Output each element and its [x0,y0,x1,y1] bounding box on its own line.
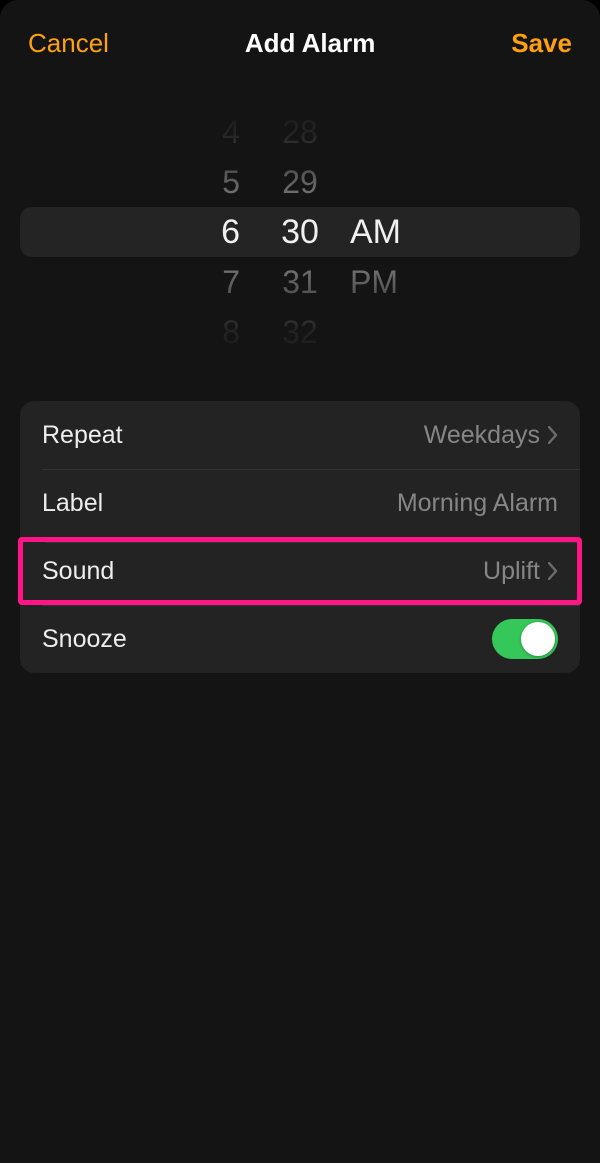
hour-option[interactable]: 3 [140,87,240,107]
hour-option[interactable]: 5 [140,157,240,207]
repeat-label: Repeat [42,421,123,450]
snooze-toggle[interactable] [492,619,558,659]
snooze-label: Snooze [42,625,127,654]
save-button[interactable]: Save [511,28,572,59]
label-label: Label [42,489,103,518]
period-am[interactable]: AM [350,207,450,257]
minute-wheel[interactable]: 27 28 29 30 31 32 33 [250,87,350,377]
minute-option[interactable]: 32 [250,307,350,357]
snooze-cell: Snooze [20,605,580,673]
label-value: Morning Alarm [397,489,558,518]
repeat-cell[interactable]: Repeat Weekdays [20,401,580,469]
repeat-value: Weekdays [424,421,540,450]
period-wheel[interactable]: AM PM [350,87,450,377]
period-pm[interactable]: PM [350,257,450,307]
time-picker[interactable]: 3 4 5 6 7 8 9 27 28 29 30 31 32 33 AM PM [20,87,580,377]
hour-option[interactable]: 9 [140,357,240,377]
alarm-settings-list: Repeat Weekdays Label Morning Alarm Soun… [20,401,580,673]
add-alarm-sheet: Cancel Add Alarm Save 3 4 5 6 7 8 9 27 2… [0,0,600,1163]
minute-option[interactable]: 29 [250,157,350,207]
label-cell[interactable]: Label Morning Alarm [20,469,580,537]
page-title: Add Alarm [245,28,376,59]
sound-label: Sound [42,557,114,586]
minute-option[interactable]: 28 [250,107,350,157]
hour-option[interactable]: 8 [140,307,240,357]
chevron-right-icon [548,426,558,444]
minute-selected[interactable]: 30 [250,207,350,257]
hour-wheel[interactable]: 3 4 5 6 7 8 9 [140,87,240,377]
nav-bar: Cancel Add Alarm Save [0,0,600,69]
hour-option[interactable]: 4 [140,107,240,157]
hour-selected[interactable]: 6 [140,207,240,257]
minute-option[interactable]: 31 [250,257,350,307]
chevron-right-icon [548,562,558,580]
hour-option[interactable]: 7 [140,257,240,307]
cancel-button[interactable]: Cancel [28,28,109,59]
sound-cell[interactable]: Sound Uplift [18,537,582,605]
toggle-knob [521,622,555,656]
minute-option[interactable]: 27 [250,87,350,107]
minute-option[interactable]: 33 [250,357,350,377]
sound-value: Uplift [483,557,540,586]
